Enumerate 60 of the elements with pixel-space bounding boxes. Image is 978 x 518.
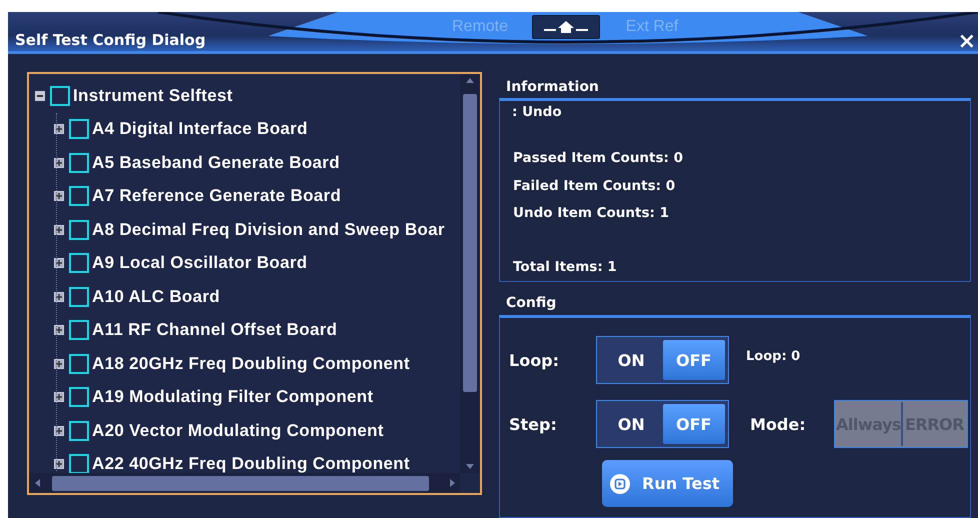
tree-item-label[interactable]: A4 Digital Interface Board — [92, 119, 308, 140]
checkbox[interactable] — [69, 286, 89, 307]
status-indicator: Ext Ref — [624, 18, 680, 36]
checkbox[interactable] — [69, 186, 89, 206]
home-button[interactable] — [532, 15, 600, 39]
section-heading: Information — [505, 78, 600, 97]
tree-item-label[interactable]: A9 Local Oscillator Board — [92, 253, 308, 274]
checkbox[interactable] — [69, 420, 89, 441]
tree-item-label[interactable]: Instrument Selftest — [73, 86, 233, 106]
expand-icon[interactable] — [54, 191, 64, 202]
segment-option[interactable]: ON — [600, 404, 662, 444]
on-off-toggle[interactable]: ON OFF — [596, 336, 729, 384]
checkbox[interactable] — [69, 220, 89, 240]
on-off-toggle[interactable]: ON OFF — [596, 400, 729, 448]
count-text: Undo Item Counts: 1 — [513, 205, 669, 221]
expand-icon[interactable] — [54, 292, 64, 302]
loop-count-text: Loop: 0 — [746, 348, 802, 364]
checkbox[interactable] — [69, 320, 89, 340]
count-text: Failed Item Counts: 0 — [513, 178, 676, 194]
total-text: Total Items: 1 — [513, 258, 618, 274]
checkbox[interactable] — [69, 354, 89, 374]
checkbox[interactable] — [50, 86, 70, 106]
status-indicator: Remote — [450, 18, 510, 36]
expand-icon[interactable] — [54, 392, 64, 402]
tree-item-label[interactable]: A19 Modulating Filter Component — [92, 387, 374, 408]
section-heading: Config — [505, 294, 558, 313]
count-text: Passed Item Counts: 0 — [513, 150, 684, 166]
run-test-button[interactable]: Run Test — [602, 460, 733, 507]
expand-icon[interactable] — [54, 158, 64, 168]
expand-icon[interactable] — [54, 325, 64, 336]
expand-icon[interactable] — [54, 258, 64, 268]
status-text: : Undo — [512, 104, 563, 122]
tree-item-label[interactable]: A11 RF Channel Offset Board — [92, 320, 338, 340]
tree-item-label[interactable]: A5 Baseband Generate Board — [92, 152, 340, 173]
collapse-icon[interactable] — [35, 90, 45, 101]
checkbox[interactable] — [69, 119, 89, 140]
expand-icon[interactable] — [54, 459, 64, 470]
tree-item-label[interactable]: A20 Vector Modulating Component — [92, 420, 384, 441]
expand-icon[interactable] — [54, 426, 64, 436]
checkbox[interactable] — [69, 152, 89, 173]
horizontal-scrollbar[interactable] — [29, 473, 460, 493]
tree-item-label[interactable]: A7 Reference Generate Board — [92, 186, 342, 206]
tree-item-label[interactable]: A22 40GHz Freq Doubling Component — [92, 454, 410, 474]
field-label: Mode: — [749, 414, 807, 434]
expand-icon[interactable] — [54, 224, 64, 235]
play-icon — [610, 474, 630, 494]
tree-item-label[interactable]: A10 ALC Board — [92, 286, 220, 307]
dialog-title: Self Test Config Dialog — [15, 31, 206, 49]
tree-item-label[interactable]: A8 Decimal Freq Division and Sweep Boar — [92, 220, 445, 240]
expand-icon[interactable] — [54, 124, 64, 134]
checkbox[interactable] — [69, 387, 89, 408]
field-label: Loop: — [508, 350, 560, 370]
tree-item-label[interactable]: A18 20GHz Freq Doubling Component — [92, 354, 410, 374]
field-label: Step: — [508, 414, 558, 434]
close-button[interactable]: × — [956, 32, 978, 52]
vertical-scrollbar[interactable] — [460, 74, 480, 473]
home-icon — [544, 20, 588, 34]
checkbox[interactable] — [69, 253, 89, 274]
expand-icon[interactable] — [54, 358, 64, 369]
segment-option[interactable]: ON — [600, 340, 662, 380]
